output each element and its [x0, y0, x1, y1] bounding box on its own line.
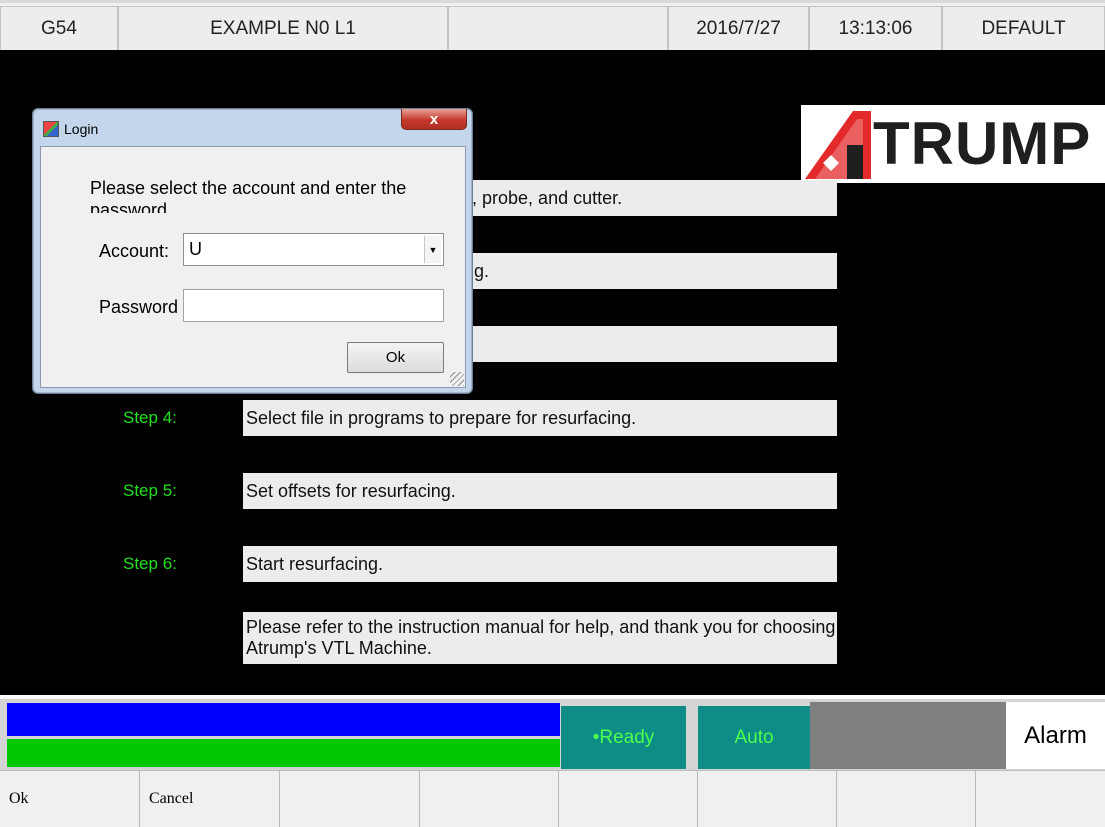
- profile-cell: DEFAULT: [942, 6, 1105, 51]
- close-button[interactable]: x: [401, 109, 467, 130]
- softkey-6-button[interactable]: [698, 771, 837, 827]
- password-input[interactable]: [183, 289, 444, 322]
- logo-mark-icon: [805, 111, 871, 179]
- account-value: U: [189, 239, 202, 259]
- softkey-8-button[interactable]: [976, 771, 1105, 827]
- softkey-7-button[interactable]: [837, 771, 976, 827]
- ready-indicator: •Ready: [561, 706, 686, 769]
- blank-status-cell: [448, 6, 668, 51]
- empty-status-cell: [810, 702, 1006, 769]
- step-5-text: Set offsets for resurfacing.: [243, 473, 837, 509]
- login-instructions: Please select the account and enter the …: [90, 178, 407, 213]
- help-message: Please refer to the instruction manual f…: [243, 612, 837, 664]
- step-1-text: n, probe, and cutter.: [459, 180, 837, 216]
- resize-grip-icon[interactable]: [450, 372, 464, 386]
- program-name-cell: EXAMPLE N0 L1: [118, 6, 448, 51]
- app-icon: [43, 121, 59, 137]
- softkey-4-button[interactable]: [420, 771, 559, 827]
- time-cell: 13:13:06: [809, 6, 942, 51]
- step-6-label: Step 6:: [123, 554, 177, 573]
- softkey-5-button[interactable]: [559, 771, 698, 827]
- ok-button[interactable]: Ok: [347, 342, 444, 373]
- step-4-text: Select file in programs to prepare for r…: [243, 400, 837, 436]
- softkey-3-button[interactable]: [280, 771, 420, 827]
- progress-bar-green: [7, 739, 560, 767]
- logo-text: TRUMP: [873, 110, 1092, 177]
- top-status-bar: G54 EXAMPLE N0 L1 2016/7/27 13:13:06 DEF…: [0, 0, 1105, 51]
- softkey-ok-button[interactable]: Ok: [0, 771, 140, 827]
- step-4-label: Step 4:: [123, 408, 177, 427]
- chevron-down-icon[interactable]: ▼: [424, 236, 441, 263]
- progress-bar-blue: [7, 703, 560, 736]
- dialog-title: Login: [64, 121, 99, 137]
- account-select[interactable]: U ▼: [183, 233, 444, 266]
- step-6-text: Start resurfacing.: [243, 546, 837, 582]
- coordinate-system-cell: G54: [0, 6, 118, 51]
- dialog-body: Please select the account and enter the …: [40, 146, 466, 388]
- atrump-logo: TRUMP: [801, 105, 1105, 183]
- step-3-text: [471, 326, 837, 362]
- step-2-text: g.: [471, 253, 837, 289]
- alarm-button[interactable]: Alarm: [1006, 702, 1105, 769]
- step-5-label: Step 5:: [123, 481, 177, 500]
- auto-mode-indicator: Auto: [698, 706, 810, 769]
- dialog-title-bar: Login: [43, 121, 98, 137]
- password-label: Password:: [99, 297, 179, 317]
- softkey-cancel-button[interactable]: Cancel: [140, 771, 280, 827]
- account-label: Account:: [99, 241, 170, 261]
- date-cell: 2016/7/27: [668, 6, 809, 51]
- login-dialog: Login x Please select the account and en…: [32, 108, 473, 394]
